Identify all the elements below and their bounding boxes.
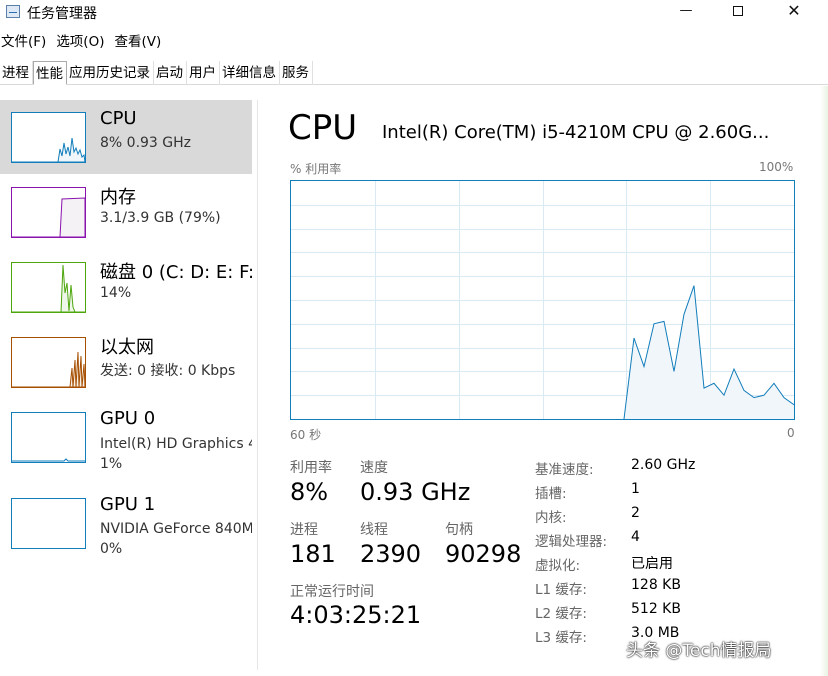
resource-detail: 3.1/3.9 GB (79%) xyxy=(100,210,221,226)
stat-utilization-label: 利用率 xyxy=(290,460,332,476)
stat-speed-label: 速度 xyxy=(360,460,388,476)
resource-name: 以太网 xyxy=(100,337,154,358)
stat-utilization-value: 8% xyxy=(290,478,329,506)
graph-y-max-label: 100% xyxy=(759,160,794,174)
tab-bar: 进程 性能 应用历史记录 启动 用户 详细信息 服务 xyxy=(0,60,828,85)
stat-uptime-value: 4:03:25:21 xyxy=(290,601,422,629)
detail-title: CPU xyxy=(288,108,358,148)
resource-detail: 14% xyxy=(100,285,132,301)
resource-detail: 发送: 0 接收: 0 Kbps xyxy=(100,363,236,379)
resource-gpu-0[interactable]: GPU 0 Intel(R) HD Graphics 4 1% xyxy=(0,400,252,474)
resource-name: 磁盘 0 (C: D: E: F: xyxy=(100,262,252,283)
title-bar: 任务管理器 — ✕ xyxy=(0,0,828,24)
tab-users[interactable]: 用户 xyxy=(187,61,220,85)
tab-services[interactable]: 服务 xyxy=(280,61,313,85)
spec-sockets-label: 插槽: xyxy=(535,486,567,502)
menu-options[interactable]: 选项(O) xyxy=(55,31,109,53)
resource-disk-0[interactable]: 磁盘 0 (C: D: E: F: 14% xyxy=(0,250,252,324)
minimize-button[interactable]: — xyxy=(660,0,712,24)
spec-cores-label: 内核: xyxy=(535,510,567,526)
spec-l1-cache-value: 128 KB xyxy=(631,577,681,593)
spec-virtualization-value: 已启用 xyxy=(631,556,673,572)
cpu-utilization-graph xyxy=(290,180,795,420)
resource-gpu-1[interactable]: GPU 1 NVIDIA GeForce 840M 0% xyxy=(0,486,252,560)
stat-handles-label: 句柄 xyxy=(445,522,473,538)
graph-grid xyxy=(291,181,794,419)
stat-uptime-label: 正常运行时间 xyxy=(290,584,374,600)
resource-ethernet[interactable]: 以太网 发送: 0 接收: 0 Kbps xyxy=(0,325,252,399)
spec-l2-cache-value: 512 KB xyxy=(631,601,681,617)
resource-cpu[interactable]: CPU 8% 0.93 GHz xyxy=(0,100,252,174)
tab-performance[interactable]: 性能 xyxy=(33,61,67,85)
cpu-thumbnail-graph xyxy=(11,112,86,163)
stat-handles-value: 90298 xyxy=(445,540,522,568)
spec-cores-value: 2 xyxy=(631,505,640,521)
tab-details[interactable]: 详细信息 xyxy=(220,61,280,85)
graph-x-right-label: 0 xyxy=(787,426,795,440)
panel-divider[interactable] xyxy=(257,100,258,670)
stat-processes-value: 181 xyxy=(290,540,336,568)
resource-name: 内存 xyxy=(100,187,136,208)
close-button[interactable]: ✕ xyxy=(768,0,820,24)
resource-name: GPU 0 xyxy=(100,408,156,429)
stat-processes-label: 进程 xyxy=(290,522,318,538)
menu-bar: 文件(F) 选项(O) 查看(V) xyxy=(0,31,170,53)
spec-base-speed-label: 基准速度: xyxy=(535,462,594,478)
tab-startup[interactable]: 启动 xyxy=(154,61,187,85)
gpu0-thumbnail-graph xyxy=(11,412,86,463)
spec-base-speed-value: 2.60 GHz xyxy=(631,457,696,473)
spec-logical-processors-value: 4 xyxy=(631,529,640,545)
stat-threads-label: 线程 xyxy=(360,522,388,538)
ethernet-thumbnail-graph xyxy=(11,337,86,388)
stat-threads-value: 2390 xyxy=(360,540,422,568)
task-manager-icon xyxy=(6,5,20,18)
maximize-icon xyxy=(733,5,743,16)
cpu-utilization-area xyxy=(624,285,794,419)
resource-list: CPU 8% 0.93 GHz 内存 3.1/3.9 GB (79%) 磁盘 0… xyxy=(0,100,256,676)
spec-logical-processors-label: 逻辑处理器: xyxy=(535,534,608,550)
resource-name: GPU 1 xyxy=(100,494,156,515)
cpu-model: Intel(R) Core(TM) i5-4210M CPU @ 2.60G..… xyxy=(382,122,770,143)
gpu1-thumbnail-graph xyxy=(11,498,86,549)
spec-l2-cache-label: L2 缓存: xyxy=(535,606,587,622)
spec-l3-cache-label: L3 缓存: xyxy=(535,630,587,646)
resource-detail: Intel(R) HD Graphics 4 xyxy=(100,436,252,452)
window-edge-strip xyxy=(820,86,828,676)
tab-app-history[interactable]: 应用历史记录 xyxy=(67,61,154,85)
resource-usage: 1% xyxy=(100,456,123,472)
tab-processes[interactable]: 进程 xyxy=(0,61,33,85)
window-title: 任务管理器 xyxy=(27,6,97,22)
stat-speed-value: 0.93 GHz xyxy=(360,478,471,506)
menu-view[interactable]: 查看(V) xyxy=(113,31,166,53)
watermark-text: 头条 @Tech情报局 xyxy=(626,641,772,661)
graph-y-label: % 利用率 xyxy=(290,162,342,176)
cpu-utilization-svg xyxy=(291,181,794,419)
menu-file[interactable]: 文件(F) xyxy=(0,31,51,53)
spec-l1-cache-label: L1 缓存: xyxy=(535,582,587,598)
spec-sockets-value: 1 xyxy=(631,481,640,497)
resource-detail: NVIDIA GeForce 840M xyxy=(100,521,252,537)
disk-thumbnail-graph xyxy=(11,262,86,313)
resource-memory[interactable]: 内存 3.1/3.9 GB (79%) xyxy=(0,175,252,249)
resource-detail: 8% 0.93 GHz xyxy=(100,135,192,151)
maximize-button[interactable] xyxy=(712,0,764,24)
spec-virtualization-label: 虚拟化: xyxy=(535,558,581,574)
resource-usage: 0% xyxy=(100,541,123,557)
resource-name: CPU xyxy=(100,108,137,129)
memory-thumbnail-graph xyxy=(11,187,86,238)
graph-x-left-label: 60 秒 xyxy=(290,428,322,442)
